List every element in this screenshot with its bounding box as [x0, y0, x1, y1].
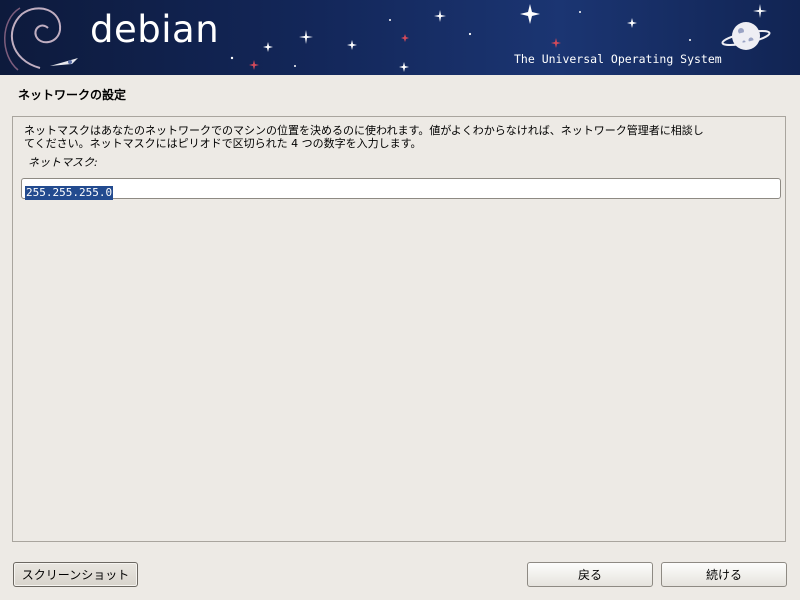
planet-icon: [721, 22, 771, 50]
content-frame: ネットマスクはあなたのネットワークでのマシンの位置を決めるのに使われます。値がよ…: [12, 116, 786, 542]
netmask-value-selected: 255.255.255.0: [25, 186, 114, 200]
screenshot-button[interactable]: スクリーンショット: [13, 562, 138, 587]
back-button[interactable]: 戻る: [527, 562, 653, 587]
debian-swirl-icon: [4, 7, 62, 71]
banner-tagline: The Universal Operating System: [514, 52, 722, 66]
netmask-label: ネットマスク:: [28, 156, 98, 169]
rocket-icon: [50, 58, 78, 66]
description-text: ネットマスクはあなたのネットワークでのマシンの位置を決めるのに使われます。値がよ…: [24, 124, 776, 150]
debian-banner: debian The Universal Operating System: [0, 0, 800, 75]
continue-button[interactable]: 続ける: [661, 562, 787, 587]
debian-logo-text: debian: [90, 8, 220, 51]
description-line-1: ネットマスクはあなたのネットワークでのマシンの位置を決めるのに使われます。値がよ…: [24, 124, 704, 137]
description-line-2: てください。ネットマスクにはピリオドで区切られた 4 つの数字を入力します。: [24, 137, 422, 150]
page-title: ネットワークの設定: [18, 88, 127, 102]
netmask-input[interactable]: 255.255.255.0: [21, 178, 781, 200]
